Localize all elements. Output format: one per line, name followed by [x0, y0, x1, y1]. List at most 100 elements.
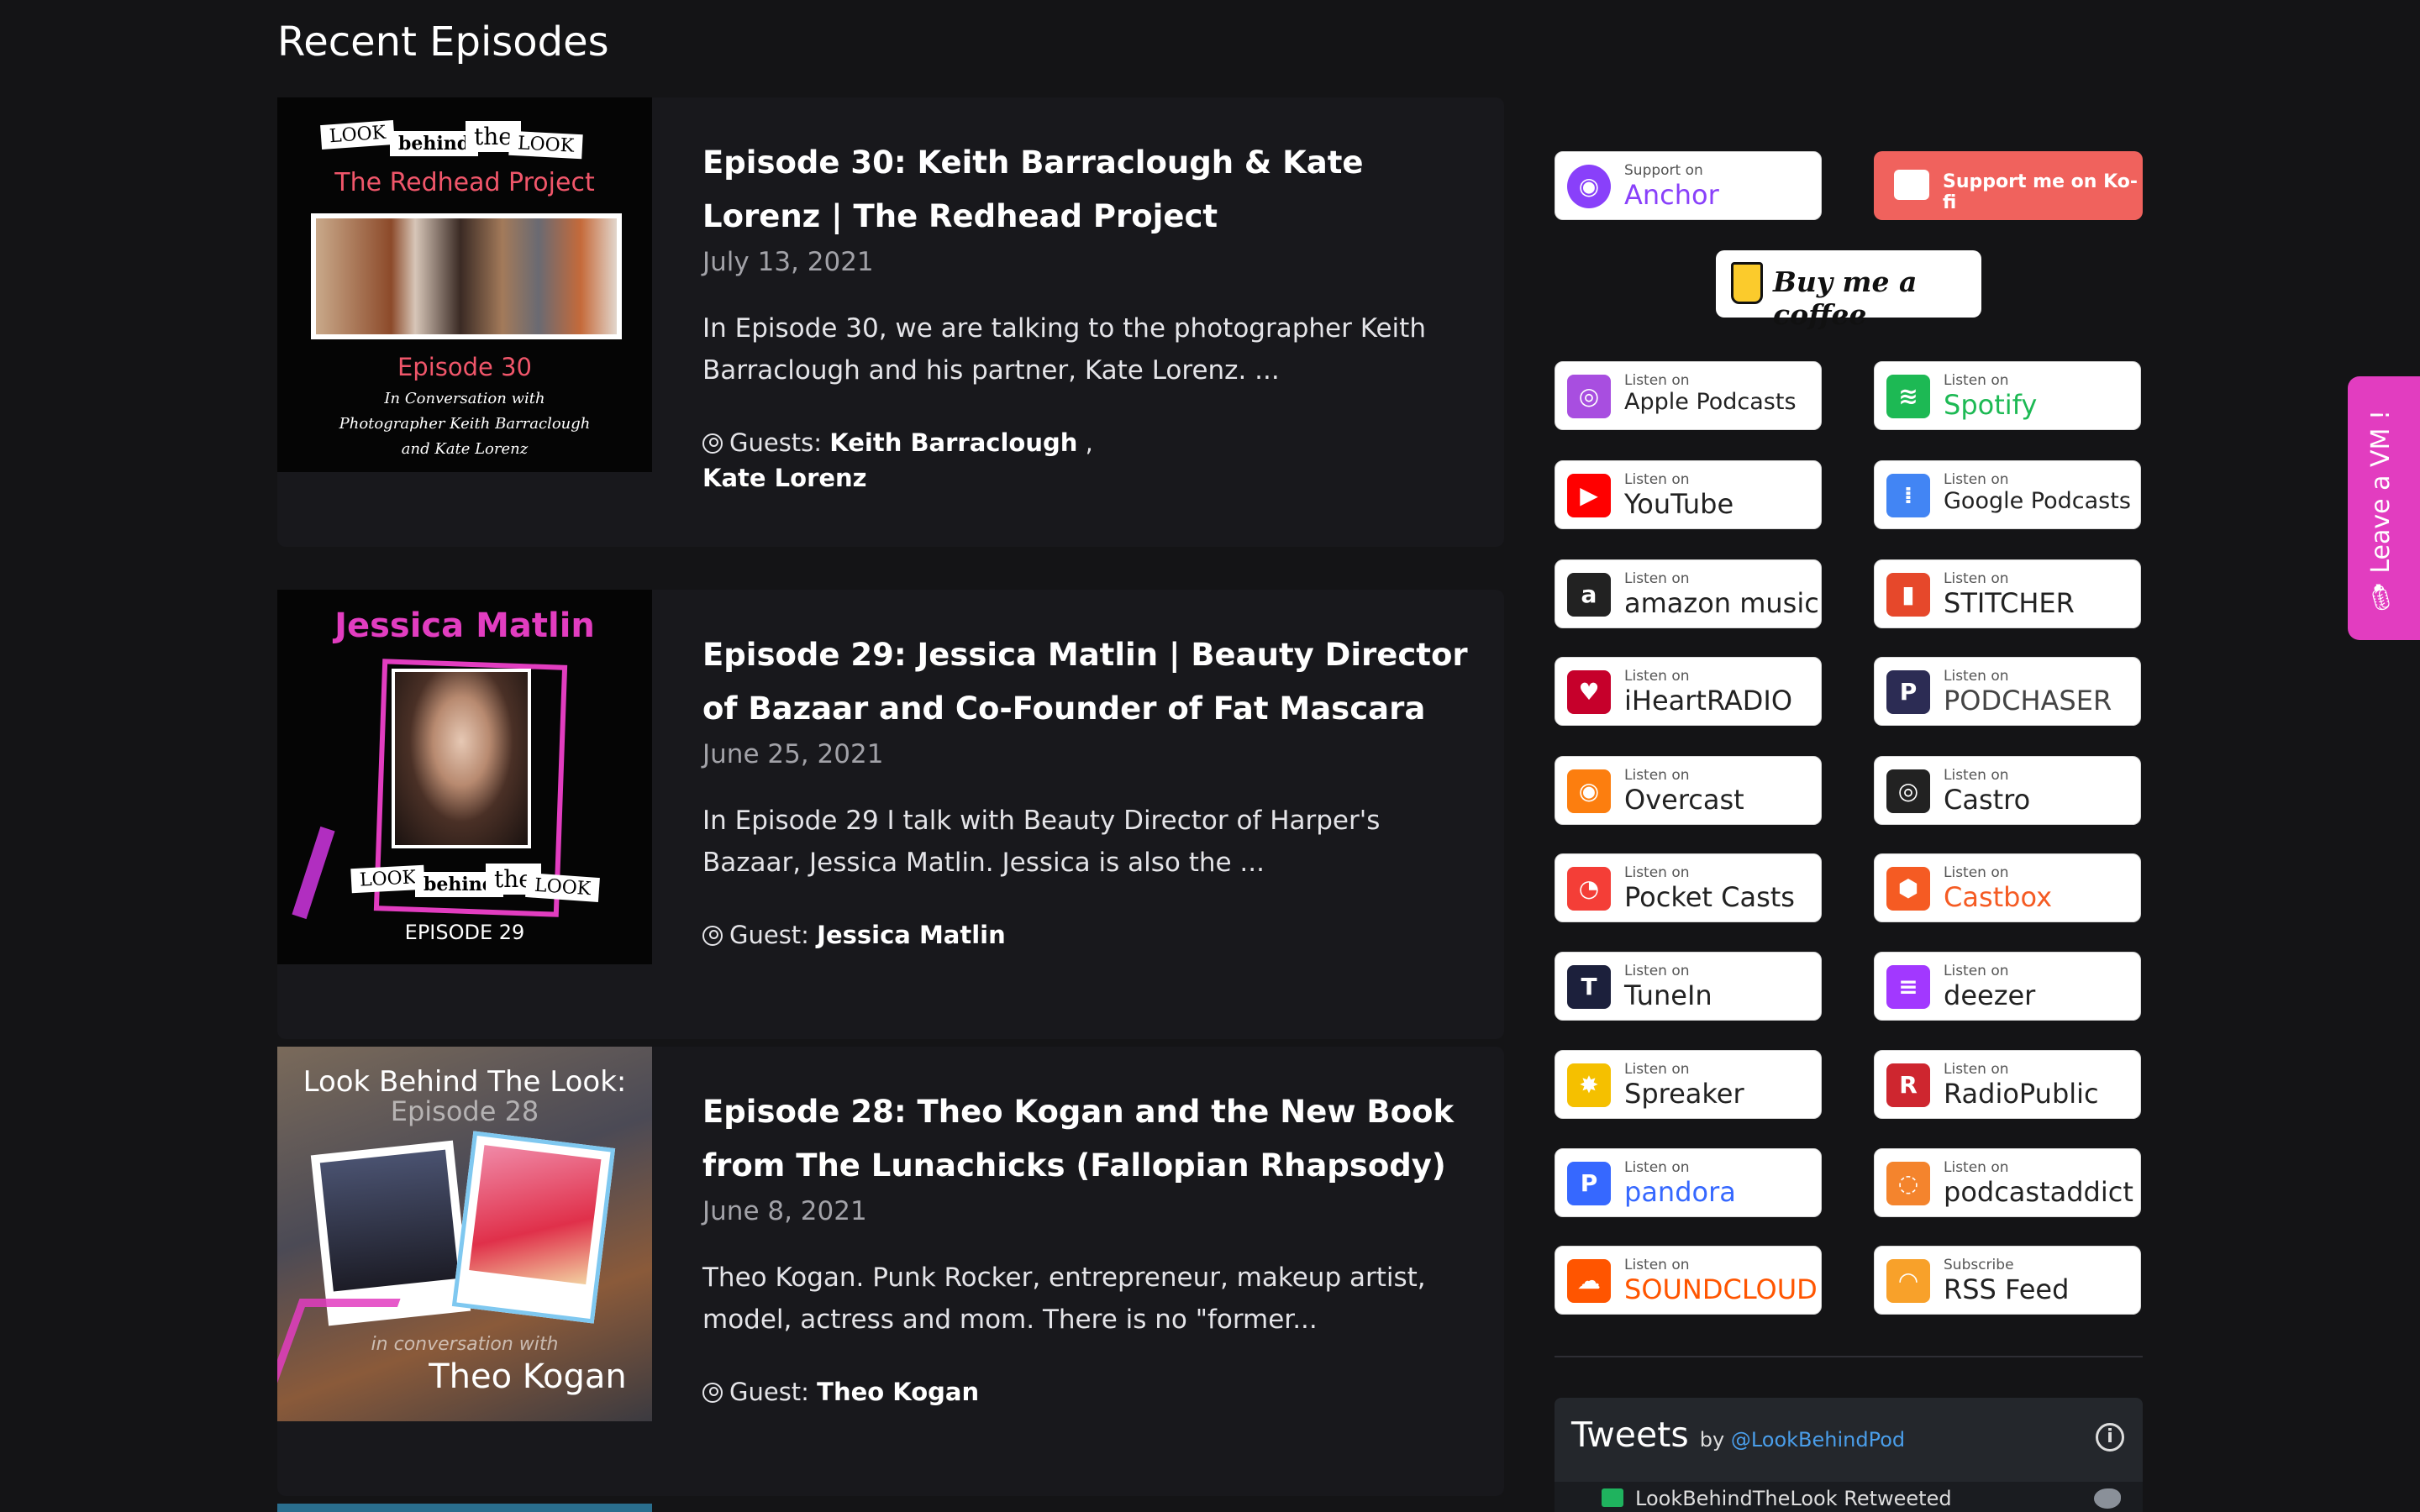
platform-link[interactable]: ✸ Listen on Spreaker	[1555, 1050, 1822, 1119]
platform-link[interactable]: ≡ Listen on deezer	[1874, 952, 2141, 1021]
thumb-caption-line: and Kate Lorenz	[401, 440, 529, 458]
platform-link[interactable]: P Listen on pandora	[1555, 1148, 1822, 1217]
platform-link[interactable]: R Listen on RadioPublic	[1874, 1050, 2141, 1119]
episode-body: Episode 29: Jessica Matlin | Beauty Dire…	[702, 628, 1484, 953]
person-icon	[702, 926, 723, 946]
platform-icon: ◉	[1567, 769, 1611, 813]
thumb-photo	[392, 669, 531, 848]
platform-small-text: Listen on	[1944, 372, 2009, 389]
episode-thumbnail[interactable]: Jessica Matlin LOOK behind the LOOK EPIS…	[277, 590, 652, 964]
episode-thumbnail[interactable]: Look Behind The Look: Episode 28 in conv…	[277, 1047, 652, 1421]
guests-label: Guest:	[729, 921, 809, 949]
kofi-cup-icon	[1894, 170, 1929, 200]
episode-card[interactable]: Jessica Matlin LOOK behind the LOOK EPIS…	[277, 590, 1504, 1039]
platform-icon: P	[1886, 670, 1930, 714]
platform-link[interactable]: ≋ Listen on Spotify	[1874, 361, 2141, 430]
platform-link[interactable]: ▶ Listen on YouTube	[1555, 460, 1822, 529]
platform-small-text: Listen on	[1624, 1061, 1690, 1078]
platform-name: TuneIn	[1624, 979, 1712, 1011]
platform-link[interactable]: ⁞ Listen on Google Podcasts	[1874, 460, 2141, 529]
platform-icon: ◌	[1886, 1162, 1930, 1205]
tweets-header: Tweets by @LookBehindPod	[1571, 1415, 1905, 1455]
platform-small-text: Subscribe	[1944, 1257, 2014, 1273]
platform-link[interactable]: ☁ Listen on SOUNDCLOUD	[1555, 1246, 1822, 1315]
platform-icon: ▮	[1886, 573, 1930, 617]
platform-link[interactable]: ◎ Listen on Apple Podcasts	[1555, 361, 1822, 430]
person-icon	[702, 433, 723, 454]
platform-name: RSS Feed	[1944, 1273, 2070, 1305]
platform-icon: ☁	[1567, 1259, 1611, 1303]
platform-name: YouTube	[1624, 488, 1734, 520]
platform-link[interactable]: ♥ Listen on iHeartRADIO	[1555, 657, 1822, 726]
platform-name: pandora	[1624, 1176, 1736, 1208]
platform-icon: ✸	[1567, 1063, 1611, 1107]
platform-small-text: Listen on	[1944, 767, 2009, 784]
platform-icon: ≡	[1886, 965, 1930, 1009]
episode-excerpt: In Episode 29 I talk with Beauty Directo…	[702, 806, 1381, 878]
coffee-cup-icon	[1731, 262, 1763, 304]
guests-label: Guest:	[729, 1378, 809, 1406]
guest-name[interactable]: Keith Barraclough	[829, 428, 1077, 457]
episode-body: Episode 28: Theo Kogan and the New Book …	[702, 1085, 1484, 1410]
guest-name[interactable]: Jessica Matlin	[817, 921, 1006, 949]
platform-link[interactable]: ⬢ Listen on Castbox	[1874, 853, 2141, 922]
platform-icon: ≋	[1886, 375, 1930, 418]
badge-big-text: Anchor	[1624, 179, 1719, 211]
episode-title[interactable]: Episode 28: Theo Kogan and the New Book …	[702, 1085, 1484, 1193]
episode-thumbnail[interactable]	[277, 1504, 652, 1512]
platform-small-text: Listen on	[1624, 668, 1690, 685]
thumb-caption-line: In Conversation with	[384, 390, 545, 407]
episode-title[interactable]: Episode 29: Jessica Matlin | Beauty Dire…	[702, 628, 1484, 736]
person-icon	[702, 1383, 723, 1403]
thumb-brand-word: LOOK	[320, 119, 396, 150]
platform-link[interactable]: P Listen on PODCHASER	[1874, 657, 2141, 726]
platform-link[interactable]: ◠ Subscribe RSS Feed	[1874, 1246, 2141, 1315]
episode-excerpt: In Episode 30, we are talking to the pho…	[702, 313, 1426, 386]
buy-me-a-coffee-button[interactable]: Buy me a coffee	[1716, 250, 1981, 331]
episode-thumbnail[interactable]: LOOK behind the LOOK The Redhead Project…	[277, 97, 652, 472]
platform-link[interactable]: ▮ Listen on STITCHER	[1874, 559, 2141, 628]
platform-link[interactable]: T Listen on TuneIn	[1555, 952, 1822, 1021]
thumb-episode-number: Episode 28	[390, 1095, 539, 1127]
platform-icon: R	[1886, 1063, 1930, 1107]
twitter-bird-icon[interactable]	[2094, 1488, 2121, 1509]
platform-link[interactable]: ◎ Listen on Castro	[1874, 756, 2141, 825]
platform-name: RadioPublic	[1944, 1078, 2099, 1110]
guest-name[interactable]: Theo Kogan	[817, 1378, 979, 1406]
leave-voicemail-tab[interactable]: 🎙 Leave a VM !	[2348, 376, 2420, 640]
platform-small-text: Listen on	[1624, 570, 1690, 587]
mascara-icon	[292, 826, 335, 920]
episode-title[interactable]: Episode 30: Keith Barraclough & Kate Lor…	[702, 136, 1484, 244]
platform-link[interactable]: ◉ Listen on Overcast	[1555, 756, 1822, 825]
support-anchor-button[interactable]: ◉ Support on Anchor	[1555, 151, 1822, 220]
platform-link[interactable]: ◌ Listen on podcastaddict	[1874, 1148, 2141, 1217]
anchor-icon: ◉	[1567, 165, 1611, 208]
tweets-handle-link[interactable]: @LookBehindPod	[1731, 1428, 1905, 1452]
episode-date: June 25, 2021	[702, 739, 884, 769]
platform-link[interactable]: ◔ Listen on Pocket Casts	[1555, 853, 1822, 922]
platform-icon: ◔	[1567, 867, 1611, 911]
episode-date: July 13, 2021	[702, 247, 874, 277]
info-icon[interactable]: i	[2096, 1423, 2124, 1452]
thumb-guest-name: Theo Kogan	[429, 1357, 627, 1396]
platform-name: Castro	[1944, 784, 2031, 816]
guests-label: Guests:	[729, 428, 823, 457]
platform-link[interactable]: a Listen on amazon music	[1555, 559, 1822, 628]
platform-name: SOUNDCLOUD	[1624, 1273, 1818, 1305]
guest-name[interactable]: Kate Lorenz	[702, 464, 867, 492]
platform-icon: T	[1567, 965, 1611, 1009]
support-kofi-button[interactable]: Support me on Ko-fi	[1874, 151, 2143, 220]
episode-card[interactable]: LOOK behind the LOOK The Redhead Project…	[277, 97, 1504, 547]
thumb-brand-word: LOOK	[508, 130, 583, 160]
platform-icon: ⁞	[1886, 474, 1930, 517]
platform-icon: a	[1567, 573, 1611, 617]
episode-date: June 8, 2021	[702, 1196, 867, 1226]
platform-name: deezer	[1944, 979, 2036, 1011]
platform-name: STITCHER	[1944, 587, 2075, 619]
episode-card[interactable]: Look Behind The Look: Episode 28 in conv…	[277, 1047, 1504, 1496]
platform-name: Pocket Casts	[1624, 881, 1795, 913]
platform-small-text: Listen on	[1944, 963, 2009, 979]
platform-name: amazon music	[1624, 587, 1819, 619]
tweets-title: Tweets	[1571, 1415, 1689, 1455]
platform-name: PODCHASER	[1944, 685, 2112, 717]
